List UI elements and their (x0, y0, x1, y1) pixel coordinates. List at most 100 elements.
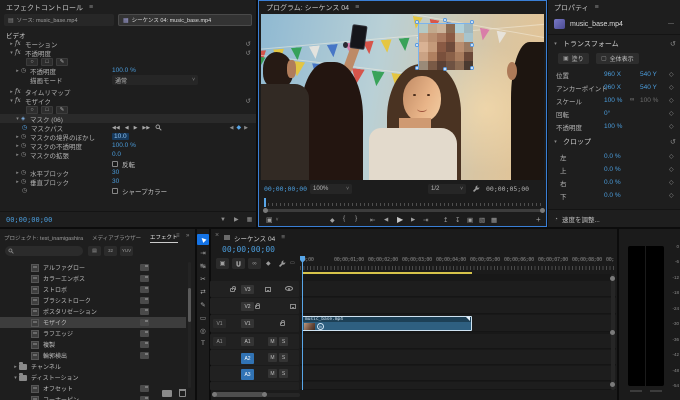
settings-wrench-icon[interactable] (472, 185, 480, 193)
extract-icon[interactable]: ↧ (455, 216, 460, 224)
mask-handle[interactable] (443, 67, 447, 71)
tool-pen[interactable]: ✎ (197, 299, 209, 310)
mute-button[interactable]: M (268, 353, 277, 362)
track-mask-forward-icon[interactable]: ▶▶ (142, 125, 150, 131)
add-keyframe-icon[interactable]: ◇ (669, 71, 674, 78)
add-keyframe-icon[interactable]: ◇ (669, 123, 674, 130)
reset-effect-icon[interactable]: ↺ (246, 40, 251, 48)
crop-right-value[interactable]: 0.0 % (604, 179, 621, 186)
collapse-arrow-icon[interactable]: ▾ (14, 116, 21, 122)
pen-mask-tool-icon[interactable]: ✎ (56, 58, 68, 66)
properties-clip-row[interactable]: music_base.mp4 — (554, 18, 674, 30)
sync-lock-icon[interactable] (290, 304, 296, 309)
mask-handle[interactable] (443, 18, 447, 22)
sharp-colors-checkbox[interactable] (112, 188, 118, 194)
rect-mask-tool-icon[interactable]: □ (41, 106, 53, 114)
tool-rectangle[interactable]: ▭ (197, 312, 209, 323)
program-mini-ruler[interactable] (264, 200, 544, 206)
effect-list-item[interactable]: ▸ チャンネル (0, 361, 186, 372)
effect-list-item[interactable]: 複製 (0, 339, 186, 350)
track-name-a1[interactable]: A1 (241, 337, 254, 346)
position-y-value[interactable]: 540 Y (640, 71, 657, 78)
chevron-down-icon[interactable]: ˅ (276, 217, 279, 223)
stopwatch-icon[interactable]: ◷ (21, 133, 30, 140)
tool-ripple-edit[interactable]: ↹ (197, 260, 209, 271)
track-lane-v2[interactable] (300, 298, 616, 314)
snapshot-icon[interactable]: ▦ (247, 216, 253, 223)
expand-arrow-icon[interactable]: ▸ (14, 143, 21, 149)
tab-effects[interactable]: エフェクト (150, 233, 178, 243)
effect-list-item[interactable]: ラフエッジ (0, 328, 186, 339)
effect-list-item[interactable]: ストロボ (0, 284, 186, 295)
effect-list-item[interactable]: ▾ ディストーション (0, 372, 186, 383)
reset-section-icon[interactable]: ↺ (670, 138, 676, 146)
monitor-settings-icon[interactable]: ▣ (266, 216, 273, 224)
play-around-icon[interactable]: ▶ (234, 216, 239, 223)
scrollbar-handle[interactable] (610, 276, 615, 281)
rotation-value[interactable]: 0° (604, 110, 610, 117)
reset-effect-icon[interactable]: ↺ (246, 49, 251, 57)
track-lane-v3[interactable] (300, 281, 616, 297)
expand-arrow-icon[interactable]: ▸ (14, 152, 21, 158)
collapse-arrow-icon[interactable]: ▾ (8, 98, 15, 104)
snap-magnet-button[interactable] (232, 258, 245, 269)
add-keyframe-icon[interactable]: ◇ (669, 110, 674, 117)
mute-button[interactable]: M (268, 369, 277, 378)
opacity-value[interactable]: 100.0 % (112, 67, 136, 74)
mute-button[interactable]: M (268, 337, 277, 346)
track-mask-back-icon[interactable]: ◀◀ (112, 125, 120, 131)
folder-arrow-icon[interactable]: ▸ (12, 364, 19, 370)
multicam-icon[interactable]: ▦ (491, 216, 497, 224)
add-keyframe-icon[interactable]: ◇ (669, 192, 674, 199)
playback-resolution-dropdown[interactable]: 1/2 ˅ (428, 184, 466, 194)
stopwatch-icon[interactable]: ◷ (21, 178, 30, 185)
mask-handle[interactable] (415, 66, 419, 70)
solo-button[interactable]: S (279, 337, 288, 346)
mask-expansion-value[interactable]: 0.0 (112, 151, 121, 158)
panel-overflow-icon[interactable]: » (186, 233, 189, 239)
mosaic-overlay[interactable] (418, 23, 472, 69)
effect-controls-timecode[interactable]: 00;00;00;00 (6, 216, 52, 224)
mask-handle[interactable] (470, 20, 474, 24)
prev-keyframe-icon[interactable]: ◀ (230, 125, 234, 131)
timeline-ruler[interactable]: 00;0000;00;01;0000;00;02;0000;00;03;0000… (300, 257, 616, 265)
track-lock-icon[interactable] (280, 322, 285, 326)
panel-menu-icon[interactable]: ≡ (89, 4, 93, 11)
effect-list-item[interactable]: ポスタリゼーション (0, 306, 186, 317)
add-keyframe-icon[interactable]: ◇ (669, 153, 674, 160)
magnifier-icon[interactable] (155, 124, 162, 131)
track-lane-master[interactable] (300, 382, 616, 390)
play-button-icon[interactable]: ▶ (397, 215, 403, 224)
track-name-v1[interactable]: V1 (241, 319, 254, 328)
anchor-y-value[interactable]: 540 Y (640, 84, 657, 91)
track-name-v3[interactable]: V3 (241, 285, 254, 294)
panel-menu-icon[interactable]: ≡ (595, 4, 599, 11)
sync-lock-icon[interactable] (265, 287, 271, 292)
mark-in-icon[interactable]: { (343, 215, 345, 222)
reset-section-icon[interactable]: ↺ (670, 40, 676, 48)
add-keyframe-icon[interactable]: ◆ (237, 124, 242, 131)
vertical-blocks-value[interactable]: 30 (112, 178, 119, 185)
panel-menu-icon[interactable]: ≡ (176, 233, 180, 239)
source-patch-a1[interactable]: A1 (213, 337, 226, 346)
scrollbar-handle[interactable] (610, 382, 615, 387)
step-back-icon[interactable]: ◀ (384, 217, 388, 223)
effect-list-item[interactable]: ブラシストローク (0, 295, 186, 306)
inverted-checkbox[interactable] (112, 161, 118, 167)
timeline-clip[interactable]: music_base.mp4 fx (302, 316, 472, 331)
add-keyframe-icon[interactable]: ◇ (669, 166, 674, 173)
rect-mask-tool-icon[interactable]: □ (41, 58, 53, 66)
timeline-settings-wrench-icon[interactable] (278, 260, 286, 268)
fill-button[interactable]: ▣ 塗り (558, 53, 589, 64)
filter-properties-icon[interactable]: ▼ (220, 217, 226, 223)
timeline-timecode[interactable]: 00;00;00;00 (222, 245, 275, 254)
frame-back-icon[interactable]: ◀ (125, 125, 129, 131)
export-frame-icon[interactable]: ▣ (467, 216, 473, 224)
link-scale-icon[interactable]: ∞ (630, 97, 634, 103)
filter-accelerated-effects-button[interactable]: ▤ (88, 246, 101, 256)
solo-button[interactable]: S (279, 369, 288, 378)
effect-list-item[interactable]: コーナーピン (0, 394, 186, 400)
track-name-v2[interactable]: V2 (241, 302, 254, 311)
close-icon[interactable]: × (215, 232, 219, 239)
panel-menu-icon[interactable]: ≡ (281, 234, 285, 241)
